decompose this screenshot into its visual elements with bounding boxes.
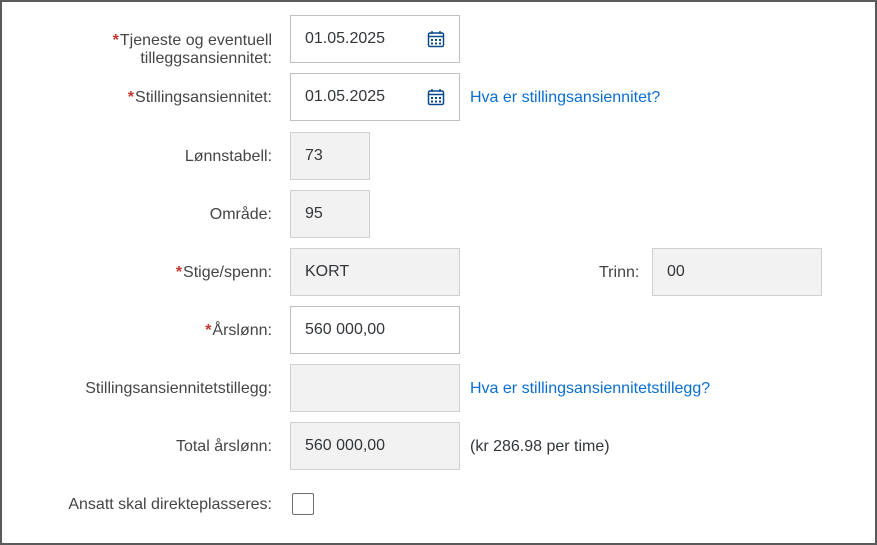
area-label: Område:	[209, 206, 272, 223]
salary-table-label: Lønnstabell:	[184, 148, 272, 165]
position-seniority-label: *Stillingsansiennitet:	[127, 89, 272, 106]
seniority-supplement-field	[290, 364, 460, 412]
total-salary-field: 560 000,00	[290, 422, 460, 470]
position-seniority-help-link[interactable]: Hva er stillingsansiennitet?	[470, 89, 660, 107]
required-marker: *	[175, 264, 183, 281]
step-label: Trinn:	[599, 264, 640, 281]
calendar-icon[interactable]	[427, 88, 445, 106]
service-seniority-date-input[interactable]: 01.05.2025	[290, 15, 460, 63]
hourly-rate-note: (kr 286.98 per time)	[470, 438, 610, 455]
direct-placement-checkbox[interactable]	[292, 493, 314, 515]
direct-placement-label: Ansatt skal direkteplasseres:	[68, 496, 272, 513]
service-seniority-label: *Tjeneste og eventuell tilleggsansiennit…	[112, 32, 272, 67]
required-marker: *	[127, 89, 135, 106]
seniority-supplement-label: Stillingsansiennitetstillegg:	[85, 380, 272, 397]
seniority-supplement-help-link[interactable]: Hva er stillingsansiennitetstillegg?	[470, 380, 710, 398]
step-field: 00	[652, 248, 822, 296]
area-field: 95	[290, 190, 370, 238]
required-marker: *	[205, 322, 212, 339]
annual-salary-input[interactable]: 560 000,00	[290, 306, 460, 354]
ladder-label: *Stige/spenn:	[175, 264, 272, 281]
required-marker: *	[112, 32, 119, 49]
calendar-icon[interactable]	[427, 30, 445, 48]
form-panel: *Tjeneste og eventuell tilleggsansiennit…	[0, 0, 877, 545]
salary-table-field: 73	[290, 132, 370, 180]
total-salary-label: Total årslønn:	[175, 438, 272, 455]
annual-salary-label: *Årslønn:	[205, 322, 272, 339]
position-seniority-date-input[interactable]: 01.05.2025	[290, 73, 460, 121]
ladder-field: KORT	[290, 248, 460, 296]
